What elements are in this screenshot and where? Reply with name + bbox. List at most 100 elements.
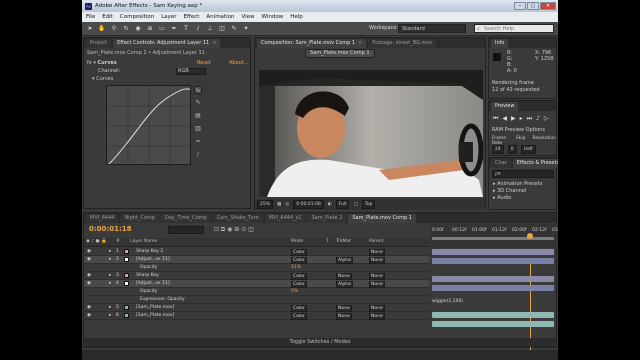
- eye-icon[interactable]: ◉: [87, 281, 91, 286]
- menu-layer[interactable]: Layer: [161, 14, 176, 20]
- layer-parent[interactable]: None: [369, 257, 385, 264]
- rotate-tool-icon[interactable]: ↻: [122, 25, 130, 33]
- col-layer-name[interactable]: Layer Name: [130, 239, 157, 244]
- layer-duration-bar[interactable]: [432, 258, 554, 264]
- layer-mode[interactable]: Color: [291, 281, 307, 288]
- pencil-icon[interactable]: ✎: [194, 99, 202, 107]
- reset-link[interactable]: Reset: [197, 60, 211, 66]
- layer-name[interactable]: [Sam_Plate.mov]: [136, 313, 174, 318]
- tab-comp-night[interactable]: Night_Comp: [120, 214, 159, 223]
- layer-row[interactable]: ◉ ▸ 5 [Sam_Plate.mov] Color None None: [84, 304, 429, 312]
- timeline-timecode[interactable]: 0:00:01:18: [89, 225, 132, 233]
- grid-icon[interactable]: ▦: [277, 202, 281, 207]
- layer-trkmat[interactable]: Alpha: [336, 281, 353, 288]
- twirl-down-icon[interactable]: ▾: [92, 76, 95, 82]
- layer-mode[interactable]: Color: [291, 257, 307, 264]
- layer-name[interactable]: Sharp Key: [136, 273, 159, 278]
- camera-snapshot-icon[interactable]: ◎: [285, 202, 289, 207]
- ram-preview-options[interactable]: RAM Preview Options: [492, 127, 545, 133]
- region-of-interest-icon[interactable]: ▢: [353, 202, 357, 207]
- hand-tool-icon[interactable]: ✋: [98, 25, 106, 33]
- layer-row[interactable]: ◉ ▸ 1 Sharp Key 2 Color None: [84, 248, 429, 256]
- audio-icon[interactable]: ♪: [536, 115, 540, 123]
- open-file-icon[interactable]: ▤: [194, 112, 202, 120]
- play-icon[interactable]: ▶: [511, 115, 516, 123]
- tab-project[interactable]: Project: [86, 39, 112, 48]
- layer-parent[interactable]: None: [369, 249, 385, 256]
- layer-row[interactable]: ◉ ▸ 6 [Sam_Plate.mov] Color None None: [84, 312, 429, 320]
- expression-text[interactable]: wiggle(2,200): [432, 299, 463, 304]
- resolution-select[interactable]: Full: [335, 200, 350, 209]
- tab-comp-sam-plate-comp-1[interactable]: Sam_Plate.mov Comp 1: [348, 214, 416, 223]
- layer-duration-bar[interactable]: [432, 312, 554, 318]
- eye-icon[interactable]: ◉: [87, 249, 91, 254]
- layer-row[interactable]: Expression: Opacity: [84, 296, 429, 304]
- minimize-button[interactable]: –: [514, 2, 526, 10]
- layer-duration-bar[interactable]: [432, 285, 554, 291]
- toggle-switches-modes[interactable]: Toggle Switches / Modes: [84, 338, 556, 347]
- label-color-chip[interactable]: [124, 313, 129, 318]
- close-icon[interactable]: ×: [212, 40, 216, 46]
- layer-row[interactable]: Opacity 0%: [84, 288, 429, 296]
- menu-window[interactable]: Window: [262, 14, 284, 20]
- layer-name[interactable]: [Sam_Plate.mov]: [136, 305, 174, 310]
- timeline-search-input[interactable]: [168, 226, 204, 234]
- close-icon[interactable]: ×: [358, 40, 362, 46]
- selection-tool-icon[interactable]: ➤: [86, 25, 94, 33]
- composition-viewer[interactable]: [259, 70, 483, 197]
- twirl-icon[interactable]: ▸: [109, 273, 111, 278]
- menu-view[interactable]: View: [241, 14, 254, 20]
- layer-trkmat[interactable]: None: [336, 313, 352, 320]
- layer-name[interactable]: Sharp Key 2: [136, 249, 163, 254]
- next-frame-icon[interactable]: ▸: [520, 115, 523, 123]
- view-select[interactable]: Top: [361, 200, 376, 209]
- tab-preview[interactable]: Preview: [491, 102, 519, 111]
- frame-rate-select[interactable]: 24: [492, 145, 504, 154]
- layer-trkmat[interactable]: None: [336, 305, 352, 312]
- layer-row[interactable]: ◉ ▸ 4 [Adjust...er 11] Color Alpha None: [84, 280, 429, 288]
- layer-duration-bar[interactable]: [432, 249, 554, 255]
- brush-tool-icon[interactable]: ∕: [194, 25, 202, 33]
- pan-behind-tool-icon[interactable]: ⊕: [146, 25, 154, 33]
- layer-mode[interactable]: Color: [291, 273, 307, 280]
- curves-graph[interactable]: [106, 85, 192, 166]
- close-window-button[interactable]: ✕: [540, 2, 556, 10]
- layer-trkmat[interactable]: None: [336, 273, 352, 280]
- effect-curves-row[interactable]: fx ▾ Curves Reset About...: [87, 60, 249, 66]
- twirl-icon[interactable]: ▸: [109, 257, 111, 262]
- timeline-switches-icons[interactable]: ⊡ ⧉ ◉ ⊞ ⊙ ◫: [214, 226, 254, 234]
- eraser-tool-icon[interactable]: ◫: [218, 25, 226, 33]
- label-color-chip[interactable]: [124, 273, 129, 278]
- save-icon[interactable]: ▥: [194, 125, 202, 133]
- zoom-tool-icon[interactable]: ⚲: [110, 25, 118, 33]
- tab-comp-sam-plate-2[interactable]: Sam_Plate 2: [307, 214, 347, 223]
- list-item[interactable]: ▸ Audio: [493, 195, 511, 201]
- layer-row[interactable]: Opacity 41%: [84, 264, 429, 272]
- menu-animation[interactable]: Animation: [206, 14, 234, 20]
- tab-effects-presets[interactable]: Effects & Presets: [512, 159, 558, 168]
- current-time-indicator[interactable]: [527, 233, 533, 239]
- tab-footage[interactable]: Footage: street_BG.mov: [368, 39, 437, 48]
- skip-value[interactable]: 0: [507, 145, 517, 154]
- label-color-chip[interactable]: [124, 257, 129, 262]
- layer-parent[interactable]: None: [369, 273, 385, 280]
- menu-edit[interactable]: Edit: [102, 14, 113, 20]
- tab-comp-cars-shake[interactable]: Cars_Shake_Turn: [212, 214, 263, 223]
- layer-parent[interactable]: None: [369, 281, 385, 288]
- curve-bezier-icon[interactable]: ∿: [194, 86, 202, 94]
- layer-name[interactable]: Expression: Opacity: [140, 297, 185, 302]
- smooth-icon[interactable]: ≈: [194, 138, 202, 146]
- menu-effect[interactable]: Effect: [184, 14, 200, 20]
- roto-brush-tool-icon[interactable]: ✎: [230, 25, 238, 33]
- eye-icon[interactable]: ◉: [87, 273, 91, 278]
- tab-comp-mvi-6444[interactable]: MVI_6444: [86, 214, 119, 223]
- effects-search-input[interactable]: ρ▾: [492, 170, 554, 178]
- layer-name[interactable]: [Adjust...er 11]: [136, 281, 170, 286]
- layer-duration-bar[interactable]: [432, 276, 554, 282]
- magnification-select[interactable]: 25%: [257, 200, 274, 209]
- twirl-icon[interactable]: ▸: [109, 281, 111, 286]
- twirl-icon[interactable]: ▸: [109, 305, 111, 310]
- layer-name[interactable]: Opacity: [140, 289, 157, 294]
- comp-subtab[interactable]: Sam_Plate.mov Comp 1: [305, 49, 375, 58]
- layer-row[interactable]: ◉ ▸ 2 [Adjust...er 11] Color Alpha None: [84, 256, 429, 264]
